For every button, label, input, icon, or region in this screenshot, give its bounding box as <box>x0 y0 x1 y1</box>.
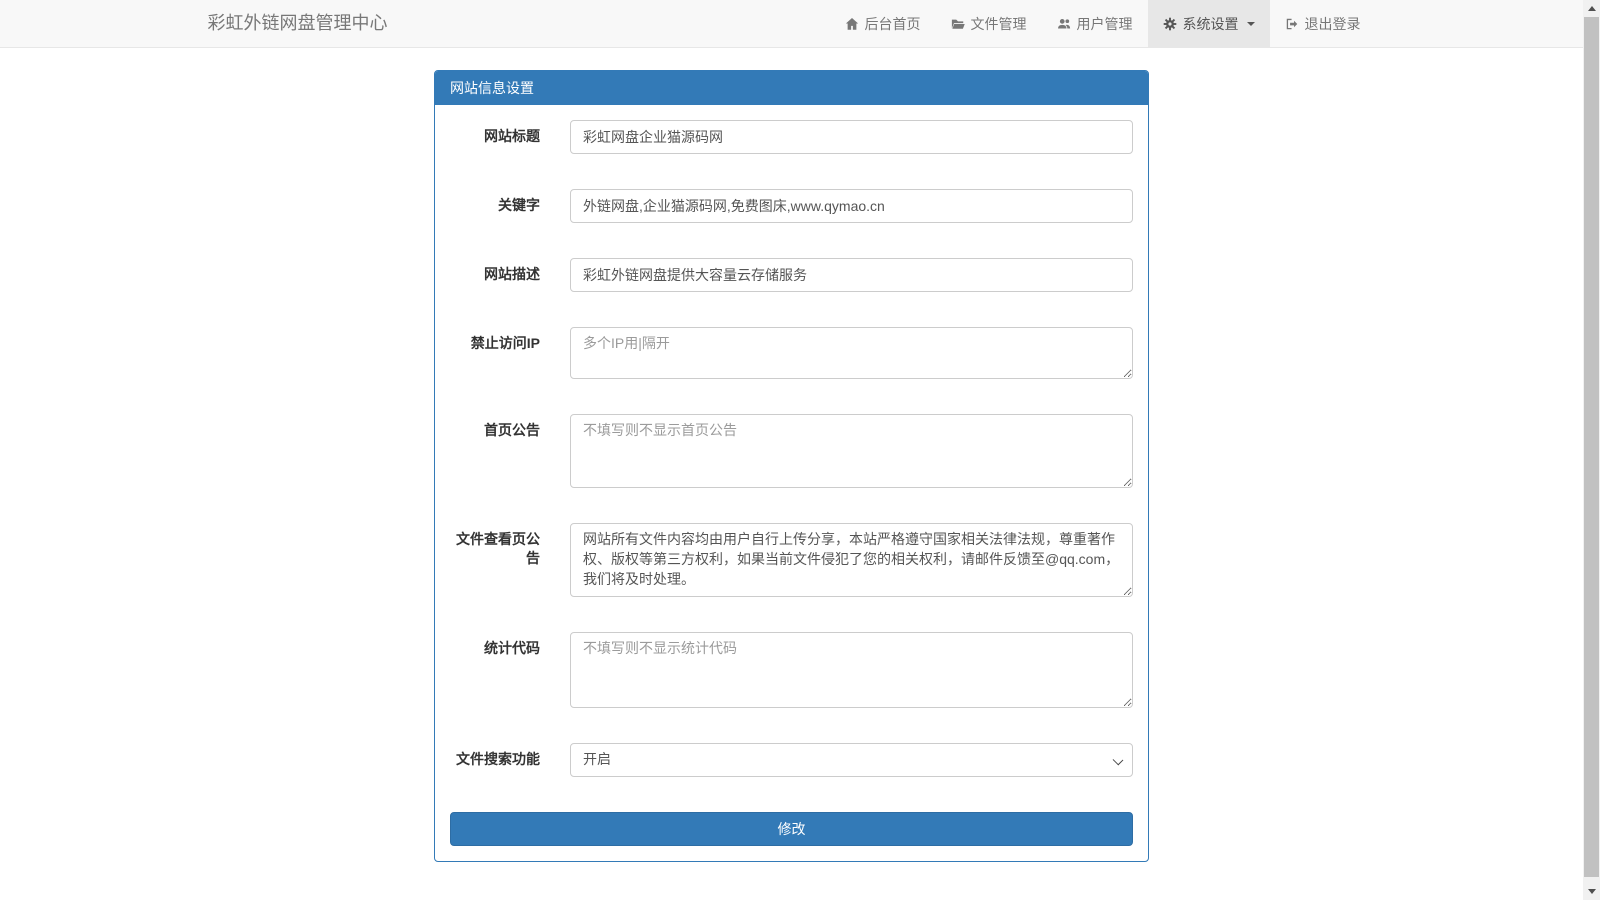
home-notice-textarea[interactable] <box>570 414 1133 488</box>
field <box>570 414 1133 488</box>
sign-out-icon <box>1285 17 1299 31</box>
blocked-ip-label: 禁止访问IP <box>450 327 540 379</box>
field <box>570 327 1133 379</box>
home-notice-label: 首页公告 <box>450 414 540 488</box>
home-icon <box>845 17 859 31</box>
scrollbar-down-button[interactable] <box>1583 883 1600 900</box>
form-row-file-search: 文件搜索功能 开启 <box>450 743 1133 777</box>
nav-item-label: 后台首页 <box>865 14 921 34</box>
folder-open-icon <box>951 17 965 31</box>
scroll-down-icon <box>1588 889 1596 894</box>
nav-item-dashboard[interactable]: 后台首页 <box>830 0 936 47</box>
form-row-site-title: 网站标题 <box>450 120 1133 154</box>
file-page-notice-label: 文件查看页公告 <box>450 523 540 597</box>
scrollbar-up-button[interactable] <box>1583 0 1600 17</box>
submit-button[interactable]: 修改 <box>450 812 1133 846</box>
field <box>570 258 1133 292</box>
form-row-keywords: 关键字 <box>450 189 1133 223</box>
main-content: 网站信息设置 网站标题 关键字 网站描述 <box>0 48 1583 862</box>
caret-down-icon <box>1247 22 1255 26</box>
brand-title[interactable]: 彩虹外链网盘管理中心 <box>208 0 388 47</box>
nav-container: 彩虹外链网盘管理中心 后台首页 文件管理 <box>208 0 1376 47</box>
form-row-analytics-code: 统计代码 <box>450 632 1133 708</box>
nav-item-label: 文件管理 <box>971 14 1027 34</box>
site-description-input[interactable] <box>570 258 1133 292</box>
site-title-label: 网站标题 <box>450 120 540 154</box>
nav-item-files[interactable]: 文件管理 <box>936 0 1042 47</box>
form-row-home-notice: 首页公告 <box>450 414 1133 488</box>
keywords-input[interactable] <box>570 189 1133 223</box>
file-search-label: 文件搜索功能 <box>450 743 540 777</box>
nav-item-label: 系统设置 <box>1183 14 1239 34</box>
nav-item-label: 用户管理 <box>1077 14 1133 34</box>
file-page-notice-textarea[interactable]: 网站所有文件内容均由用户自行上传分享，本站严格遵守国家相关法律法规，尊重著作权、… <box>570 523 1133 597</box>
nav-item-users[interactable]: 用户管理 <box>1042 0 1148 47</box>
file-search-select[interactable]: 开启 <box>570 743 1133 777</box>
panel-body: 网站标题 关键字 网站描述 <box>435 105 1148 861</box>
nav-item-settings[interactable]: 系统设置 <box>1148 0 1270 47</box>
form-row-blocked-ip: 禁止访问IP <box>450 327 1133 379</box>
site-title-input[interactable] <box>570 120 1133 154</box>
field <box>570 120 1133 154</box>
description-label: 网站描述 <box>450 258 540 292</box>
gear-icon <box>1163 17 1177 31</box>
field: 开启 <box>570 743 1133 777</box>
field: 网站所有文件内容均由用户自行上传分享，本站严格遵守国家相关法律法规，尊重著作权、… <box>570 523 1133 597</box>
analytics-code-label: 统计代码 <box>450 632 540 708</box>
form-row-description: 网站描述 <box>450 258 1133 292</box>
top-navbar: 彩虹外链网盘管理中心 后台首页 文件管理 <box>0 0 1583 48</box>
form-row-file-page-notice: 文件查看页公告 网站所有文件内容均由用户自行上传分享，本站严格遵守国家相关法律法… <box>450 523 1133 597</box>
scrollbar-thumb[interactable] <box>1584 17 1599 877</box>
nav-item-logout[interactable]: 退出登录 <box>1270 0 1376 47</box>
users-icon <box>1057 17 1071 31</box>
nav-item-label: 退出登录 <box>1305 14 1361 34</box>
main-nav: 后台首页 文件管理 <box>830 0 1376 47</box>
scroll-up-icon <box>1588 6 1596 11</box>
field <box>570 632 1133 708</box>
keywords-label: 关键字 <box>450 189 540 223</box>
page: 彩虹外链网盘管理中心 后台首页 文件管理 <box>0 0 1583 862</box>
analytics-code-textarea[interactable] <box>570 632 1133 708</box>
panel-title: 网站信息设置 <box>435 71 1148 105</box>
site-settings-panel: 网站信息设置 网站标题 关键字 网站描述 <box>434 70 1149 862</box>
blocked-ip-textarea[interactable] <box>570 327 1133 379</box>
vertical-scrollbar[interactable] <box>1583 0 1600 900</box>
field <box>570 189 1133 223</box>
